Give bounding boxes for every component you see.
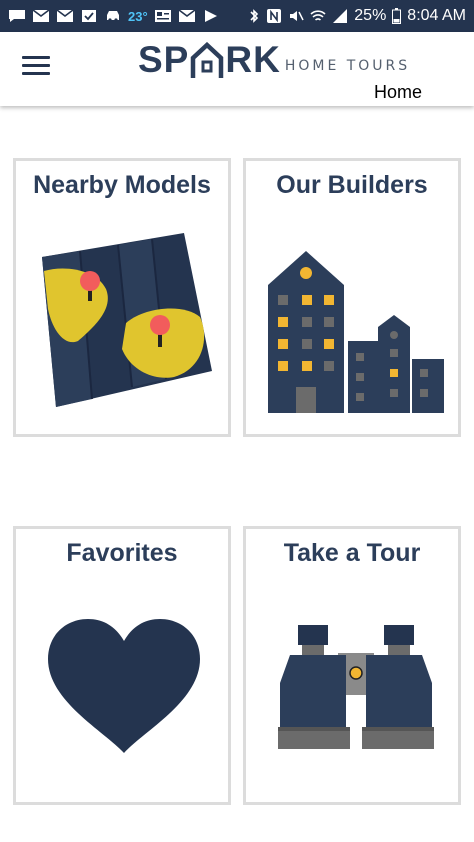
nfc-icon [267, 9, 282, 23]
news-icon [154, 10, 171, 22]
wifi-icon [310, 10, 326, 21]
brand-letters-right: RK [225, 39, 281, 80]
our-builders-card[interactable]: Our Builders [243, 158, 461, 437]
map-icon [42, 233, 212, 407]
mail-icon [32, 9, 50, 22]
battery-percent: 25% [354, 7, 387, 24]
car-icon [107, 11, 119, 22]
brand-subtitle: HOME TOURS [284, 58, 411, 74]
nearby-models-card[interactable]: Nearby Models [13, 158, 231, 437]
menu-icon [22, 56, 50, 59]
system-icons: 25% 8:04 AM [248, 7, 466, 25]
take-a-tour-card[interactable]: Take a Tour [243, 526, 461, 805]
menu-button[interactable] [22, 56, 50, 78]
notification-icons: 23° [8, 9, 248, 24]
card-title: Take a Tour [283, 539, 421, 567]
card-title: Nearby Models [33, 171, 211, 199]
bluetooth-icon [250, 9, 259, 23]
binoculars-icon [278, 625, 434, 749]
mail-icon [56, 9, 74, 22]
heart-icon [48, 619, 200, 753]
chat-icon [9, 10, 25, 22]
app-bar: SP RK HOME TOURS Home [0, 32, 474, 106]
status-bar: 23° 25% 8:04 AM [0, 0, 474, 32]
brand-letters-left: SP [138, 39, 190, 80]
favorites-card[interactable]: Favorites [13, 526, 231, 805]
battery-icon [392, 8, 402, 24]
page-title: Home [374, 82, 423, 102]
card-title: Our Builders [276, 171, 428, 199]
house-logo-icon [191, 42, 224, 78]
signal-icon [333, 9, 348, 23]
mute-icon [290, 11, 304, 21]
card-title: Favorites [66, 539, 178, 567]
temperature-text: 23° [128, 8, 148, 24]
calendar-check-icon [82, 10, 96, 22]
clock: 8:04 AM [407, 7, 466, 24]
buildings-icon [268, 251, 444, 413]
brand-logo: SP RK HOME TOURS [138, 40, 410, 80]
mail-icon [178, 9, 196, 22]
brand-name: SP RK [138, 40, 281, 80]
play-store-icon [204, 10, 217, 22]
